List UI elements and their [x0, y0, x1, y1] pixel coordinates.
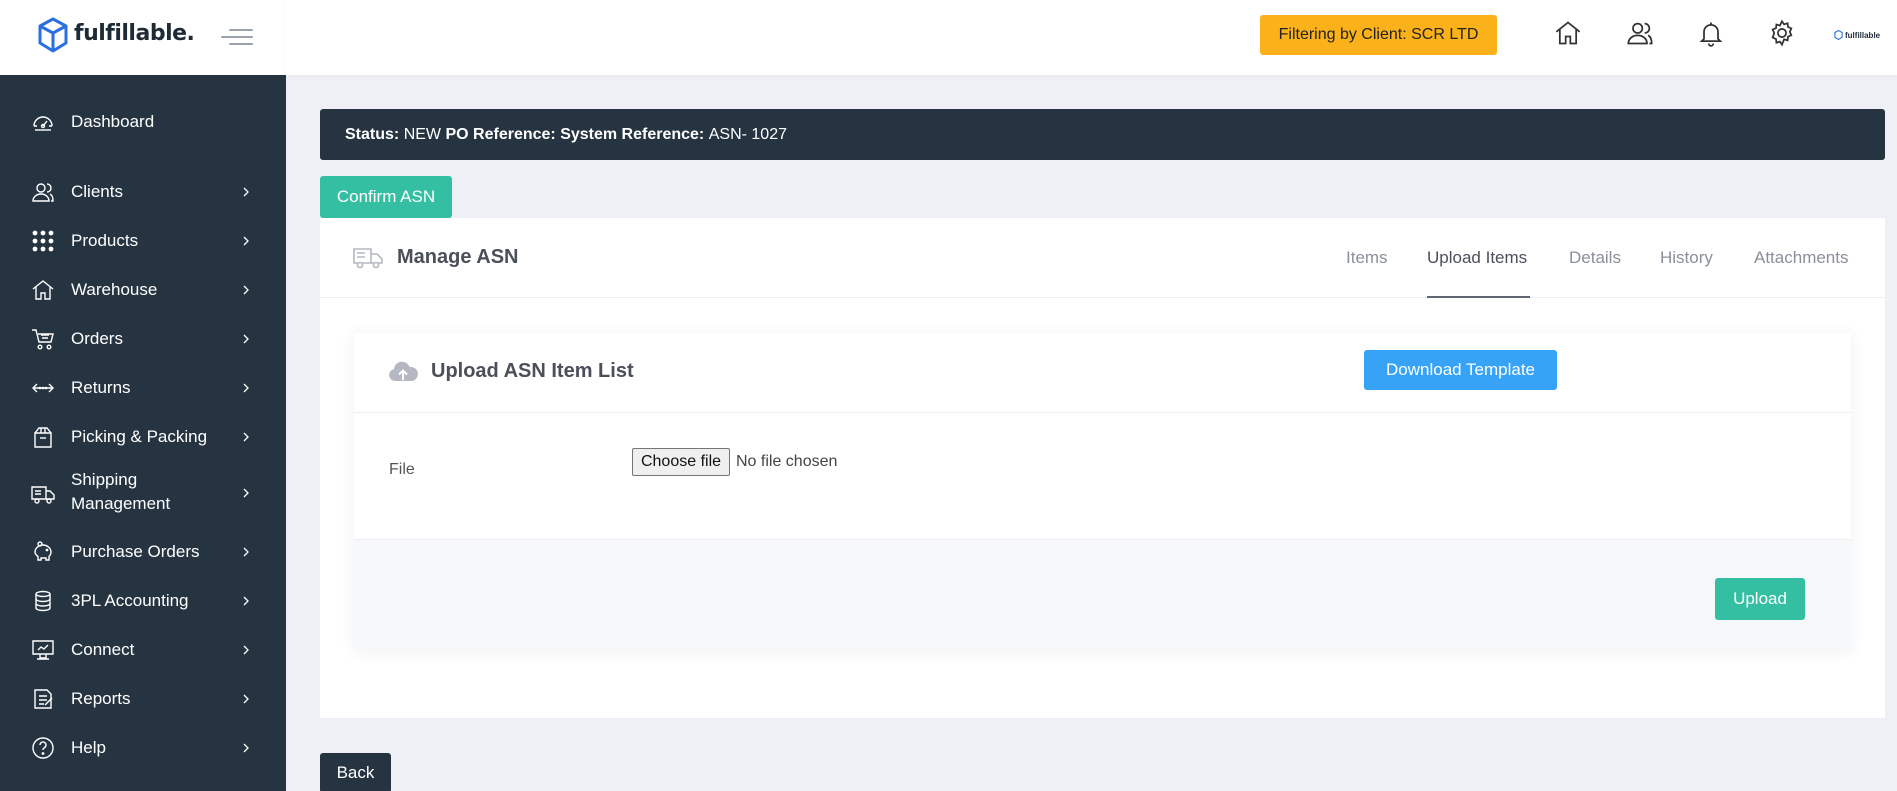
tab-attachments[interactable]: Attachments [1754, 248, 1849, 268]
manage-asn-card: Manage ASN Items Upload Items Details Hi… [320, 218, 1885, 718]
no-file-text: No file chosen [736, 453, 838, 470]
upload-button[interactable]: Upload [1715, 578, 1805, 620]
sidebar-item-help[interactable]: Help [0, 728, 286, 768]
sidebar-item-reports[interactable]: Reports [0, 679, 286, 719]
chevron-right-icon [243, 645, 249, 655]
tab-history[interactable]: History [1660, 248, 1713, 268]
sidebar-item-label: Orders [71, 329, 123, 348]
sidebar-item-picking-packing[interactable]: Picking & Packing [0, 417, 286, 457]
tab-upload-items[interactable]: Upload Items [1427, 248, 1527, 268]
download-template-button[interactable]: Download Template [1364, 350, 1557, 390]
card-title: Manage ASN [397, 246, 519, 268]
sidebar-item-returns[interactable]: Returns [0, 368, 286, 408]
brand-name[interactable]: fulfillable. [74, 21, 195, 46]
file-input[interactable]: Choose file No file chosen [632, 448, 837, 476]
dashboard-icon [30, 110, 56, 136]
upload-panel-footer: Upload [354, 539, 1851, 650]
chevron-right-icon [243, 547, 249, 557]
chevron-right-icon [243, 694, 249, 704]
sidebar-item-label: Dashboard [71, 112, 155, 131]
gear-icon[interactable] [1768, 19, 1798, 49]
chevron-right-icon [243, 236, 249, 246]
topbar: Filtering by Client: SCR LTD fulfillable [286, 0, 1897, 75]
system-reference-value: ASN- 1027 [708, 125, 787, 143]
status-label: Status: [345, 125, 400, 143]
users-icon [30, 179, 56, 205]
system-reference-label: System Reference: [560, 125, 705, 143]
sidebar-item-clients[interactable]: Clients [0, 172, 286, 212]
chevron-right-icon [243, 596, 249, 606]
sidebar-item-connect[interactable]: Connect [0, 630, 286, 670]
upload-asn-panel: Upload ASN Item List Download Template F… [354, 333, 1851, 650]
cloud-upload-icon [389, 361, 418, 381]
menu-toggle-icon[interactable] [221, 27, 253, 47]
sidebar-item-label: Picking & Packing [71, 427, 208, 446]
truck-icon [353, 248, 383, 269]
help-icon [30, 735, 56, 761]
sidebar-item-label: Shipping Management [71, 470, 171, 513]
user-icon[interactable] [1626, 19, 1656, 49]
truck-icon [30, 481, 56, 507]
sidebar-item-label: Help [71, 738, 106, 757]
client-filter-button[interactable]: Filtering by Client: SCR LTD [1260, 15, 1497, 55]
sidebar-item-products[interactable]: Products [0, 221, 286, 261]
sidebar-item-orders[interactable]: Orders [0, 319, 286, 359]
sidebar-item-shipping-management[interactable]: Shipping Management [0, 465, 286, 521]
chevron-right-icon [243, 285, 249, 295]
chevron-right-icon [243, 383, 249, 393]
sidebar-item-label: 3PL Accounting [71, 591, 189, 610]
piggy-bank-icon [30, 539, 56, 565]
upload-panel-title: Upload ASN Item List [431, 360, 634, 382]
chevron-right-icon [243, 743, 249, 753]
arrows-icon [30, 375, 56, 401]
po-reference-label: PO Reference: [445, 125, 556, 143]
coins-icon [30, 588, 56, 614]
chevron-right-icon [243, 432, 249, 442]
sidebar-item-label: Products [71, 231, 139, 250]
card-header: Manage ASN Items Upload Items Details Hi… [320, 218, 1885, 298]
upload-panel-header: Upload ASN Item List Download Template [354, 333, 1851, 413]
sidebar-item-label: Returns [71, 378, 131, 397]
brand-bar: fulfillable. [0, 0, 286, 75]
sidebar-item-warehouse[interactable]: Warehouse [0, 270, 286, 310]
sidebar-item-purchase-orders[interactable]: Purchase Orders [0, 532, 286, 572]
sidebar-item-dashboard[interactable]: Dashboard [0, 102, 286, 142]
sidebar-item-label: Reports [71, 689, 131, 708]
back-button[interactable]: Back [320, 753, 391, 791]
asn-status-bar: Status: NEW PO Reference: System Referen… [320, 109, 1885, 160]
avatar[interactable]: fulfillable [1834, 30, 1880, 40]
active-tab-indicator [1427, 296, 1530, 298]
avatar-brand-text: fulfillable [1845, 30, 1881, 40]
sidebar-item-label: Clients [71, 182, 123, 201]
brand-logo-icon[interactable] [38, 17, 68, 53]
sidebar-item-label: Connect [71, 640, 135, 659]
home-icon [30, 277, 56, 303]
bell-icon[interactable] [1697, 19, 1727, 49]
confirm-asn-button[interactable]: Confirm ASN [320, 176, 452, 218]
cart-icon [30, 326, 56, 352]
tab-details[interactable]: Details [1569, 248, 1621, 268]
sidebar: Dashboard Clients Products Warehouse Ord… [0, 75, 286, 791]
chevron-right-icon [243, 488, 249, 498]
monitor-icon [30, 637, 56, 663]
choose-file-button[interactable]: Choose file [632, 448, 730, 476]
sidebar-item-label: Warehouse [71, 280, 158, 299]
box-icon [30, 424, 56, 450]
chevron-right-icon [243, 187, 249, 197]
grid-dots-icon [30, 228, 56, 254]
report-icon [30, 686, 56, 712]
status-value: NEW [403, 125, 442, 143]
sidebar-item-label: Purchase Orders [71, 542, 200, 561]
brand-logo-icon [1834, 30, 1843, 40]
tab-items[interactable]: Items [1346, 248, 1388, 268]
chevron-right-icon [243, 334, 249, 344]
sidebar-item-3pl-accounting[interactable]: 3PL Accounting [0, 581, 286, 621]
file-label: File [389, 461, 415, 478]
home-icon[interactable] [1554, 19, 1584, 49]
